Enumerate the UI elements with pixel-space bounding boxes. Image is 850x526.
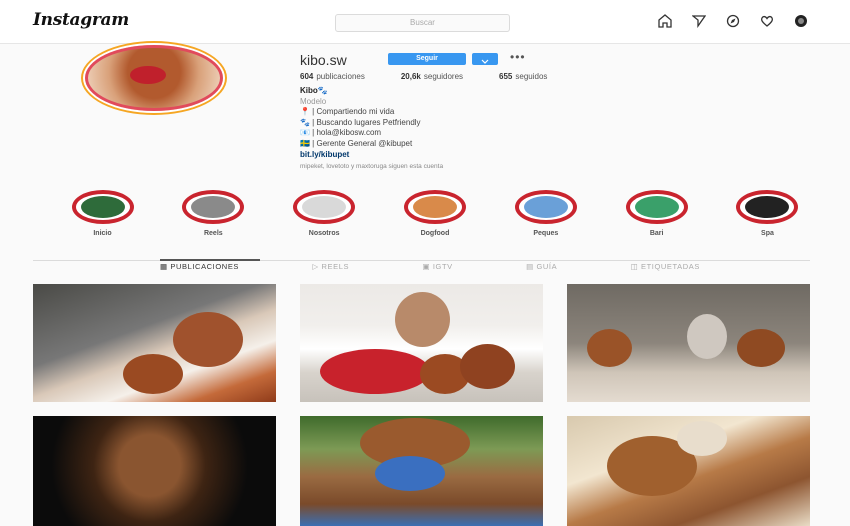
highlight-label: Spa <box>761 230 774 237</box>
poodle-shape <box>587 329 632 367</box>
post-poodle-lying-bed[interactable] <box>567 416 810 526</box>
highlight-nosotros[interactable]: Nosotros <box>277 190 372 237</box>
bio-name: Kibo🐾 <box>300 86 328 95</box>
more-options-button[interactable]: ••• <box>510 50 526 64</box>
red-skirt-shape <box>320 349 430 394</box>
top-navigation-bar: Instagram Buscar <box>0 0 850 44</box>
highlight-label: Inicio <box>93 230 112 237</box>
tabs-divider <box>33 260 810 261</box>
post-woman-red-skirt-poodles[interactable] <box>300 284 543 402</box>
highlight-cover <box>80 196 125 218</box>
highlight-peques[interactable]: Peques <box>498 190 593 237</box>
profile-tabs: ▦ PUBLICACIONES ▷ REELS ▣ IGTV ▤ GUÍA ◫ … <box>160 262 700 271</box>
stat-followers[interactable]: 20,6k seguidores <box>401 72 463 81</box>
profile-bio: Kibo🐾 Modelo 📍 | Compartiendo mi vida 🐾 … <box>300 86 443 173</box>
tab-igtv[interactable]: ▣ IGTV <box>422 262 452 271</box>
bio-category: Modelo <box>300 96 327 106</box>
poodle-shape <box>460 344 515 389</box>
poodle-shape <box>737 329 785 367</box>
nav-icons <box>656 12 810 30</box>
profile-avatar[interactable] <box>85 45 223 111</box>
profile-icon[interactable] <box>792 12 810 30</box>
bio-line: 🇸🇪 | Gerente General @kibupet <box>300 138 413 148</box>
blue-bandana-shape <box>375 456 445 491</box>
person-shape <box>677 421 727 456</box>
highlight-label: Peques <box>533 230 559 237</box>
highlight-dogfood[interactable]: Dogfood <box>387 190 482 237</box>
highlight-cover <box>302 196 347 218</box>
tab-reels[interactable]: ▷ REELS <box>312 262 349 271</box>
stat-posts: 604 publicaciones <box>300 72 365 81</box>
instagram-logo[interactable]: Instagram <box>33 10 129 30</box>
bio-line: 📧 | hola@kibosw.com <box>300 128 382 138</box>
profile-stats: 604 publicaciones 20,6k seguidores 655 segu… <box>300 72 547 81</box>
bio-link[interactable]: bit.ly/kibupet <box>300 150 443 161</box>
direct-icon[interactable] <box>690 12 708 30</box>
stat-following[interactable]: 655 seguidos <box>499 72 547 81</box>
home-icon[interactable] <box>656 12 674 30</box>
tab-publicaciones[interactable]: ▦ PUBLICACIONES <box>160 262 239 271</box>
person-shape <box>395 292 450 347</box>
followed-by-text[interactable]: mipeket, lovetoto y maxtoruga siguen est… <box>300 162 443 173</box>
highlight-label: Nosotros <box>308 230 340 237</box>
highlight-cover <box>523 196 568 218</box>
search-input[interactable]: Buscar <box>335 14 510 32</box>
profile-username: kibo.sw <box>300 52 347 68</box>
highlight-cover <box>412 196 457 218</box>
highlight-label: Bari <box>649 230 664 237</box>
chevron-down-icon <box>481 59 489 64</box>
poodle-shape <box>173 312 243 367</box>
highlight-cover <box>634 196 679 218</box>
poodle-shape <box>123 354 183 394</box>
post-poodle-dark-background[interactable] <box>33 416 276 526</box>
tab-guia[interactable]: ▤ GUÍA <box>526 262 557 271</box>
activity-icon[interactable] <box>758 12 776 30</box>
highlight-label: Reels <box>203 230 223 237</box>
highlight-bari[interactable]: Bari <box>609 190 704 237</box>
highlight-cover <box>745 196 790 218</box>
story-highlights: Inicio Reels Nosotros Dogfood Peques Bar… <box>55 190 815 237</box>
explore-icon[interactable] <box>724 12 742 30</box>
highlight-spa[interactable]: Spa <box>720 190 815 237</box>
bio-line: 🐾 | Buscando lugares Petfriendly <box>300 117 421 127</box>
highlight-reels[interactable]: Reels <box>166 190 261 237</box>
avatar-red-bandana <box>130 66 166 84</box>
person-shape <box>687 314 727 359</box>
post-woman-with-poodles[interactable] <box>33 284 276 402</box>
tab-etiquetadas[interactable]: ◫ ETIQUETADAS <box>631 262 700 271</box>
post-poodle-blue-bandana[interactable] <box>300 416 543 526</box>
highlight-label: Dogfood <box>420 230 450 237</box>
highlight-inicio[interactable]: Inicio <box>55 190 150 237</box>
bio-line: 📍 | Compartiendo mi vida <box>300 107 395 117</box>
posts-grid <box>33 284 810 526</box>
suggested-dropdown-button[interactable] <box>472 53 498 65</box>
post-family-garden-poodles[interactable] <box>567 284 810 402</box>
active-tab-indicator <box>160 259 260 261</box>
follow-button[interactable]: Seguir <box>388 53 466 65</box>
highlight-cover <box>191 196 236 218</box>
